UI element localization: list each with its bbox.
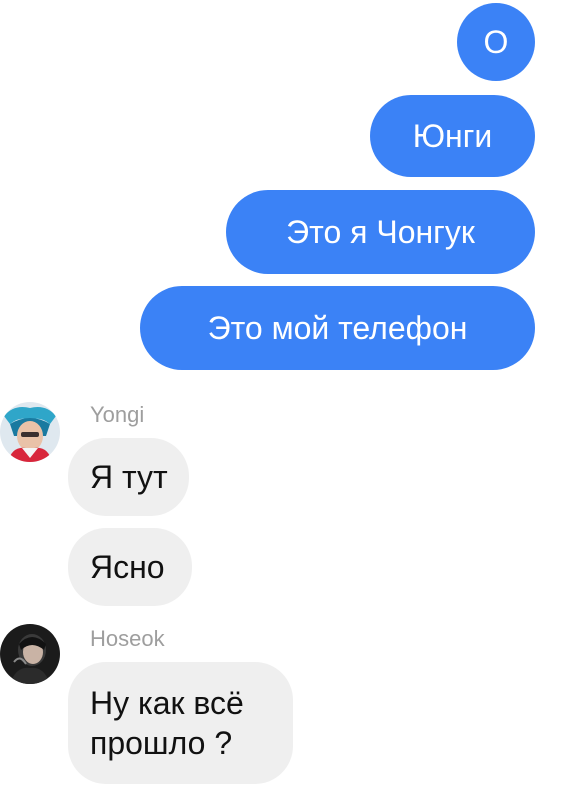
message-text: Это мой телефон <box>207 310 468 346</box>
incoming-message[interactable]: Ясно <box>68 528 192 606</box>
user-avatar-photo-icon <box>0 624 60 684</box>
message-text: Ясно <box>90 549 165 585</box>
message-text: Это я Чонгук <box>286 214 475 250</box>
incoming-message[interactable]: Я тут <box>68 438 189 516</box>
outgoing-message[interactable]: Юнги <box>370 95 535 177</box>
message-text: Я тут <box>90 459 168 495</box>
message-text: Ну как всё прошло ? <box>90 685 244 761</box>
user-avatar-photo-icon <box>0 402 60 462</box>
message-text: О <box>483 24 509 60</box>
incoming-message[interactable]: Ну как всё прошло ? <box>68 662 293 784</box>
sender-name: Yongi <box>90 402 145 427</box>
sender-name: Hoseok <box>90 626 165 651</box>
sender-avatar[interactable] <box>0 624 60 684</box>
sender-avatar[interactable] <box>0 402 60 462</box>
message-text: Юнги <box>412 118 493 154</box>
outgoing-message[interactable]: Это мой телефон <box>140 286 535 370</box>
outgoing-message[interactable]: Это я Чонгук <box>226 190 535 274</box>
outgoing-message[interactable]: О <box>457 3 535 81</box>
